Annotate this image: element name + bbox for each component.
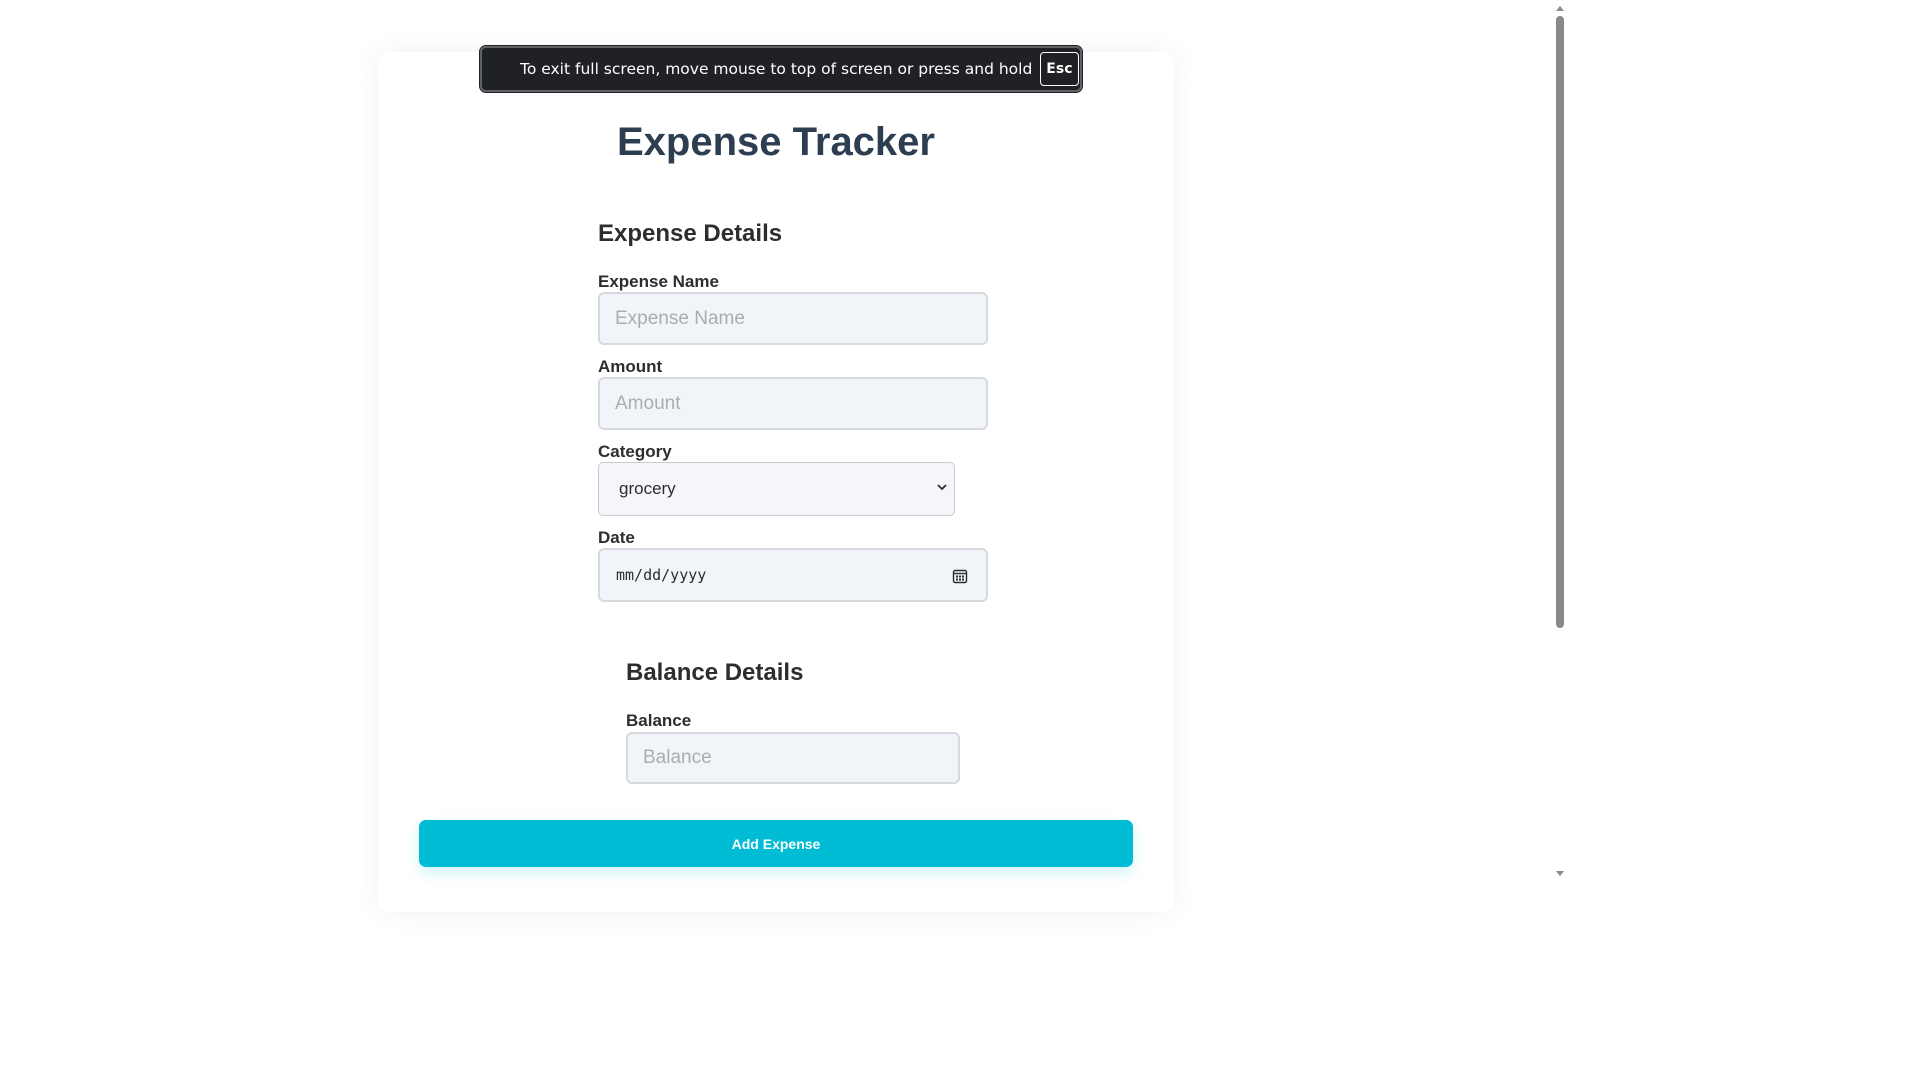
expense-name-label: Expense Name: [598, 272, 719, 291]
expense-name-input[interactable]: [598, 292, 988, 345]
balance-details-heading: Balance Details: [626, 659, 804, 686]
page-scrollbar[interactable]: [1552, 0, 1568, 882]
calendar-icon[interactable]: [952, 568, 968, 584]
scroll-up-arrow-icon[interactable]: [1555, 4, 1565, 12]
page: To exit full screen, move mouse to top o…: [0, 0, 1568, 912]
fullscreen-exit-notice: To exit full screen, move mouse to top o…: [479, 45, 1083, 93]
balance-input[interactable]: [626, 732, 960, 784]
esc-key-badge: Esc: [1040, 52, 1079, 86]
date-label: Date: [598, 528, 635, 547]
category-select[interactable]: grocery: [598, 462, 955, 516]
date-placeholder: mm/dd/yyyy: [616, 566, 707, 584]
page-title: Expense Tracker: [617, 120, 935, 164]
chevron-down-icon: [937, 484, 947, 491]
category-selected-value: grocery: [619, 479, 676, 498]
add-expense-button[interactable]: Add Expense: [419, 820, 1133, 867]
date-input[interactable]: mm/dd/yyyy: [598, 548, 988, 602]
fullscreen-notice-text: To exit full screen, move mouse to top o…: [520, 60, 1033, 78]
category-label: Category: [598, 442, 672, 461]
scrollbar-thumb[interactable]: [1556, 16, 1564, 628]
expense-details-heading: Expense Details: [598, 220, 783, 247]
amount-input[interactable]: [598, 377, 988, 430]
balance-label: Balance: [626, 711, 692, 730]
amount-label: Amount: [598, 357, 663, 376]
scroll-down-arrow-icon[interactable]: [1555, 870, 1565, 878]
